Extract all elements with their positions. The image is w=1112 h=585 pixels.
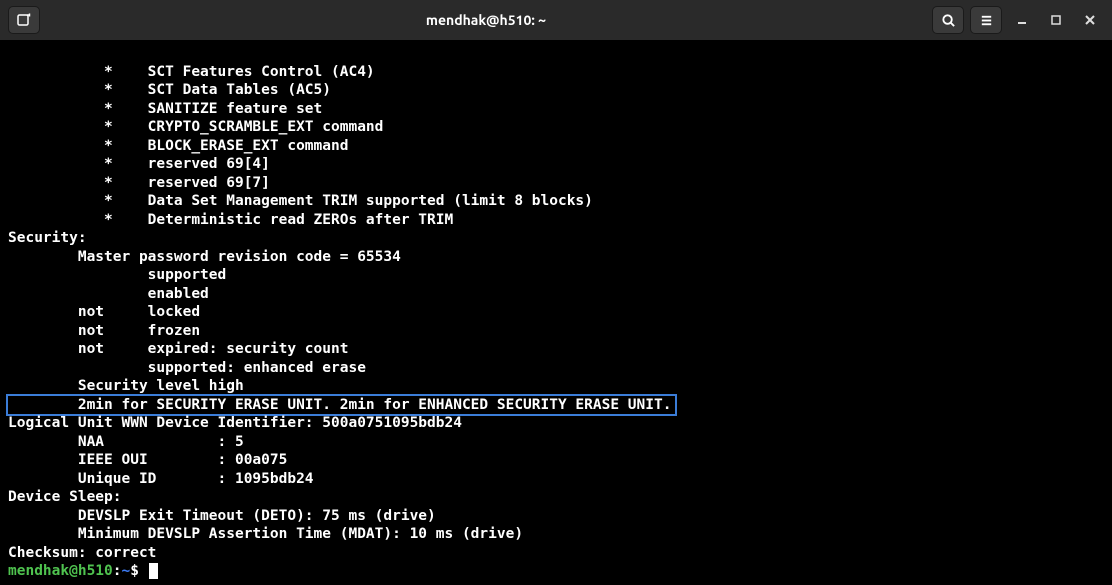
output-line: supported (8, 267, 226, 283)
menu-button[interactable] (970, 6, 1002, 34)
new-tab-button[interactable] (8, 6, 40, 34)
output-line: * reserved 69[7] (8, 175, 270, 191)
search-button[interactable] (932, 6, 964, 34)
output-line: * CRYPTO_SCRAMBLE_EXT command (8, 119, 383, 135)
window-titlebar: mendhak@h510: ~ (0, 0, 1112, 40)
output-line: Master password revision code = 65534 (8, 249, 401, 265)
output-line: IEEE OUI : 00a075 (8, 452, 287, 468)
output-line: NAA : 5 (8, 434, 244, 450)
output-line: * SCT Data Tables (AC5) (8, 82, 331, 98)
output-line: Security: (8, 230, 95, 246)
output-line: Minimum DEVSLP Assertion Time (MDAT): 10… (8, 526, 523, 542)
output-line: Security level high (8, 378, 244, 394)
output-line: * Data Set Management TRIM supported (li… (8, 193, 593, 209)
window-title: mendhak@h510: ~ (48, 12, 924, 28)
output-line: Checksum: correct (8, 545, 156, 561)
output-line: * BLOCK_ERASE_EXT command (8, 138, 348, 154)
output-line: Device Sleep: (8, 489, 122, 505)
cursor-icon (149, 563, 158, 579)
prompt-path: ~ (122, 563, 131, 579)
output-line: Unique ID : 1095bdb24 (8, 471, 314, 487)
output-line: not frozen (8, 323, 200, 339)
output-line: enabled (8, 286, 209, 302)
close-button[interactable] (1076, 6, 1104, 34)
shell-prompt: mendhak@h510:~$ (8, 563, 158, 579)
minimize-button[interactable] (1008, 6, 1036, 34)
output-line: not locked (8, 304, 200, 320)
output-line: * Deterministic read ZEROs after TRIM (8, 212, 453, 228)
output-line: DEVSLP Exit Timeout (DETO): 75 ms (drive… (8, 508, 436, 524)
output-line: * SCT Features Control (AC4) (8, 64, 375, 80)
output-line: Logical Unit WWN Device Identifier: 500a… (8, 415, 462, 431)
output-line: * SANITIZE feature set (8, 101, 322, 117)
output-line: supported: enhanced erase (8, 360, 366, 376)
highlighted-erase-time: 2min for SECURITY ERASE UNIT. 2min for E… (6, 394, 677, 417)
maximize-button[interactable] (1042, 6, 1070, 34)
output-line: not expired: security count (8, 341, 348, 357)
terminal-output[interactable]: * SCT Features Control (AC4) * SCT Data … (0, 40, 1112, 585)
prompt-user-host: mendhak@h510 (8, 563, 113, 579)
output-line: * reserved 69[4] (8, 156, 270, 172)
prompt-symbol: $ (130, 563, 139, 579)
